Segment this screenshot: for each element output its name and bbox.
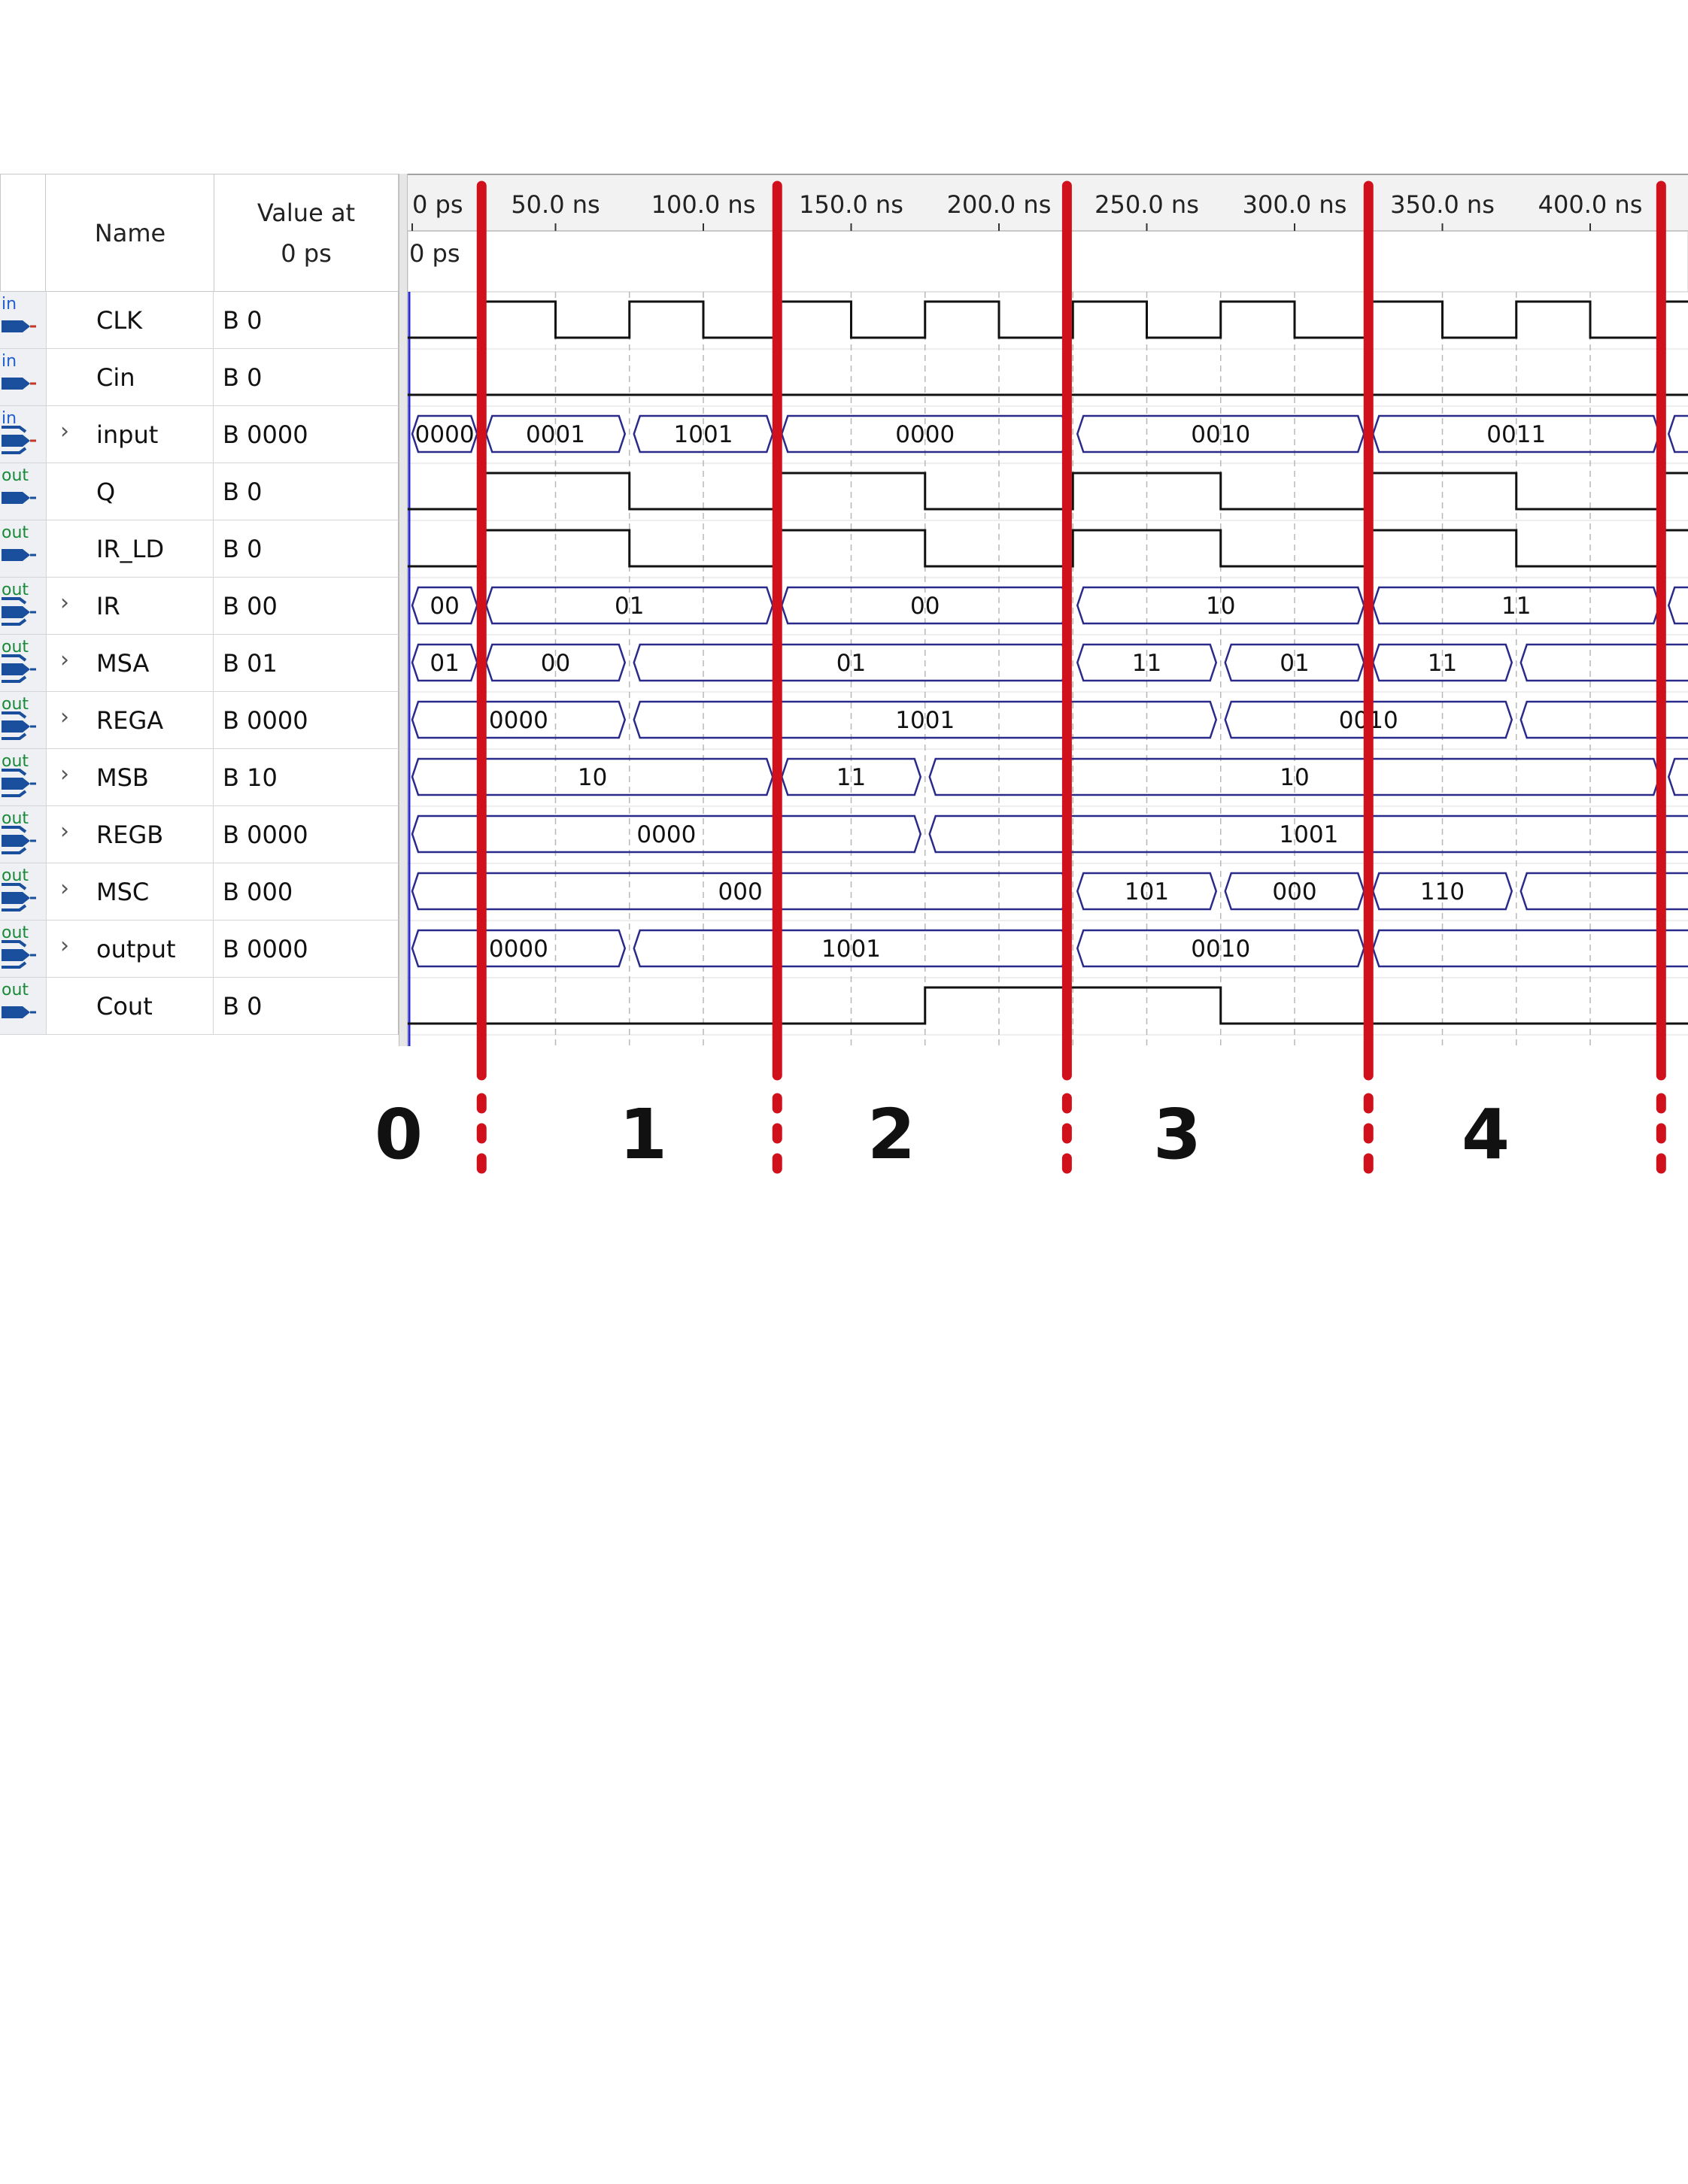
hand-annotations: 0 1 2 3 4: [375, 180, 1666, 1182]
phase-label: 0: [375, 1094, 423, 1175]
phase-label: 3: [1153, 1094, 1201, 1175]
phase-label: 4: [1462, 1094, 1510, 1175]
phase-label: 1: [619, 1094, 667, 1175]
phase-label: 2: [867, 1094, 915, 1175]
